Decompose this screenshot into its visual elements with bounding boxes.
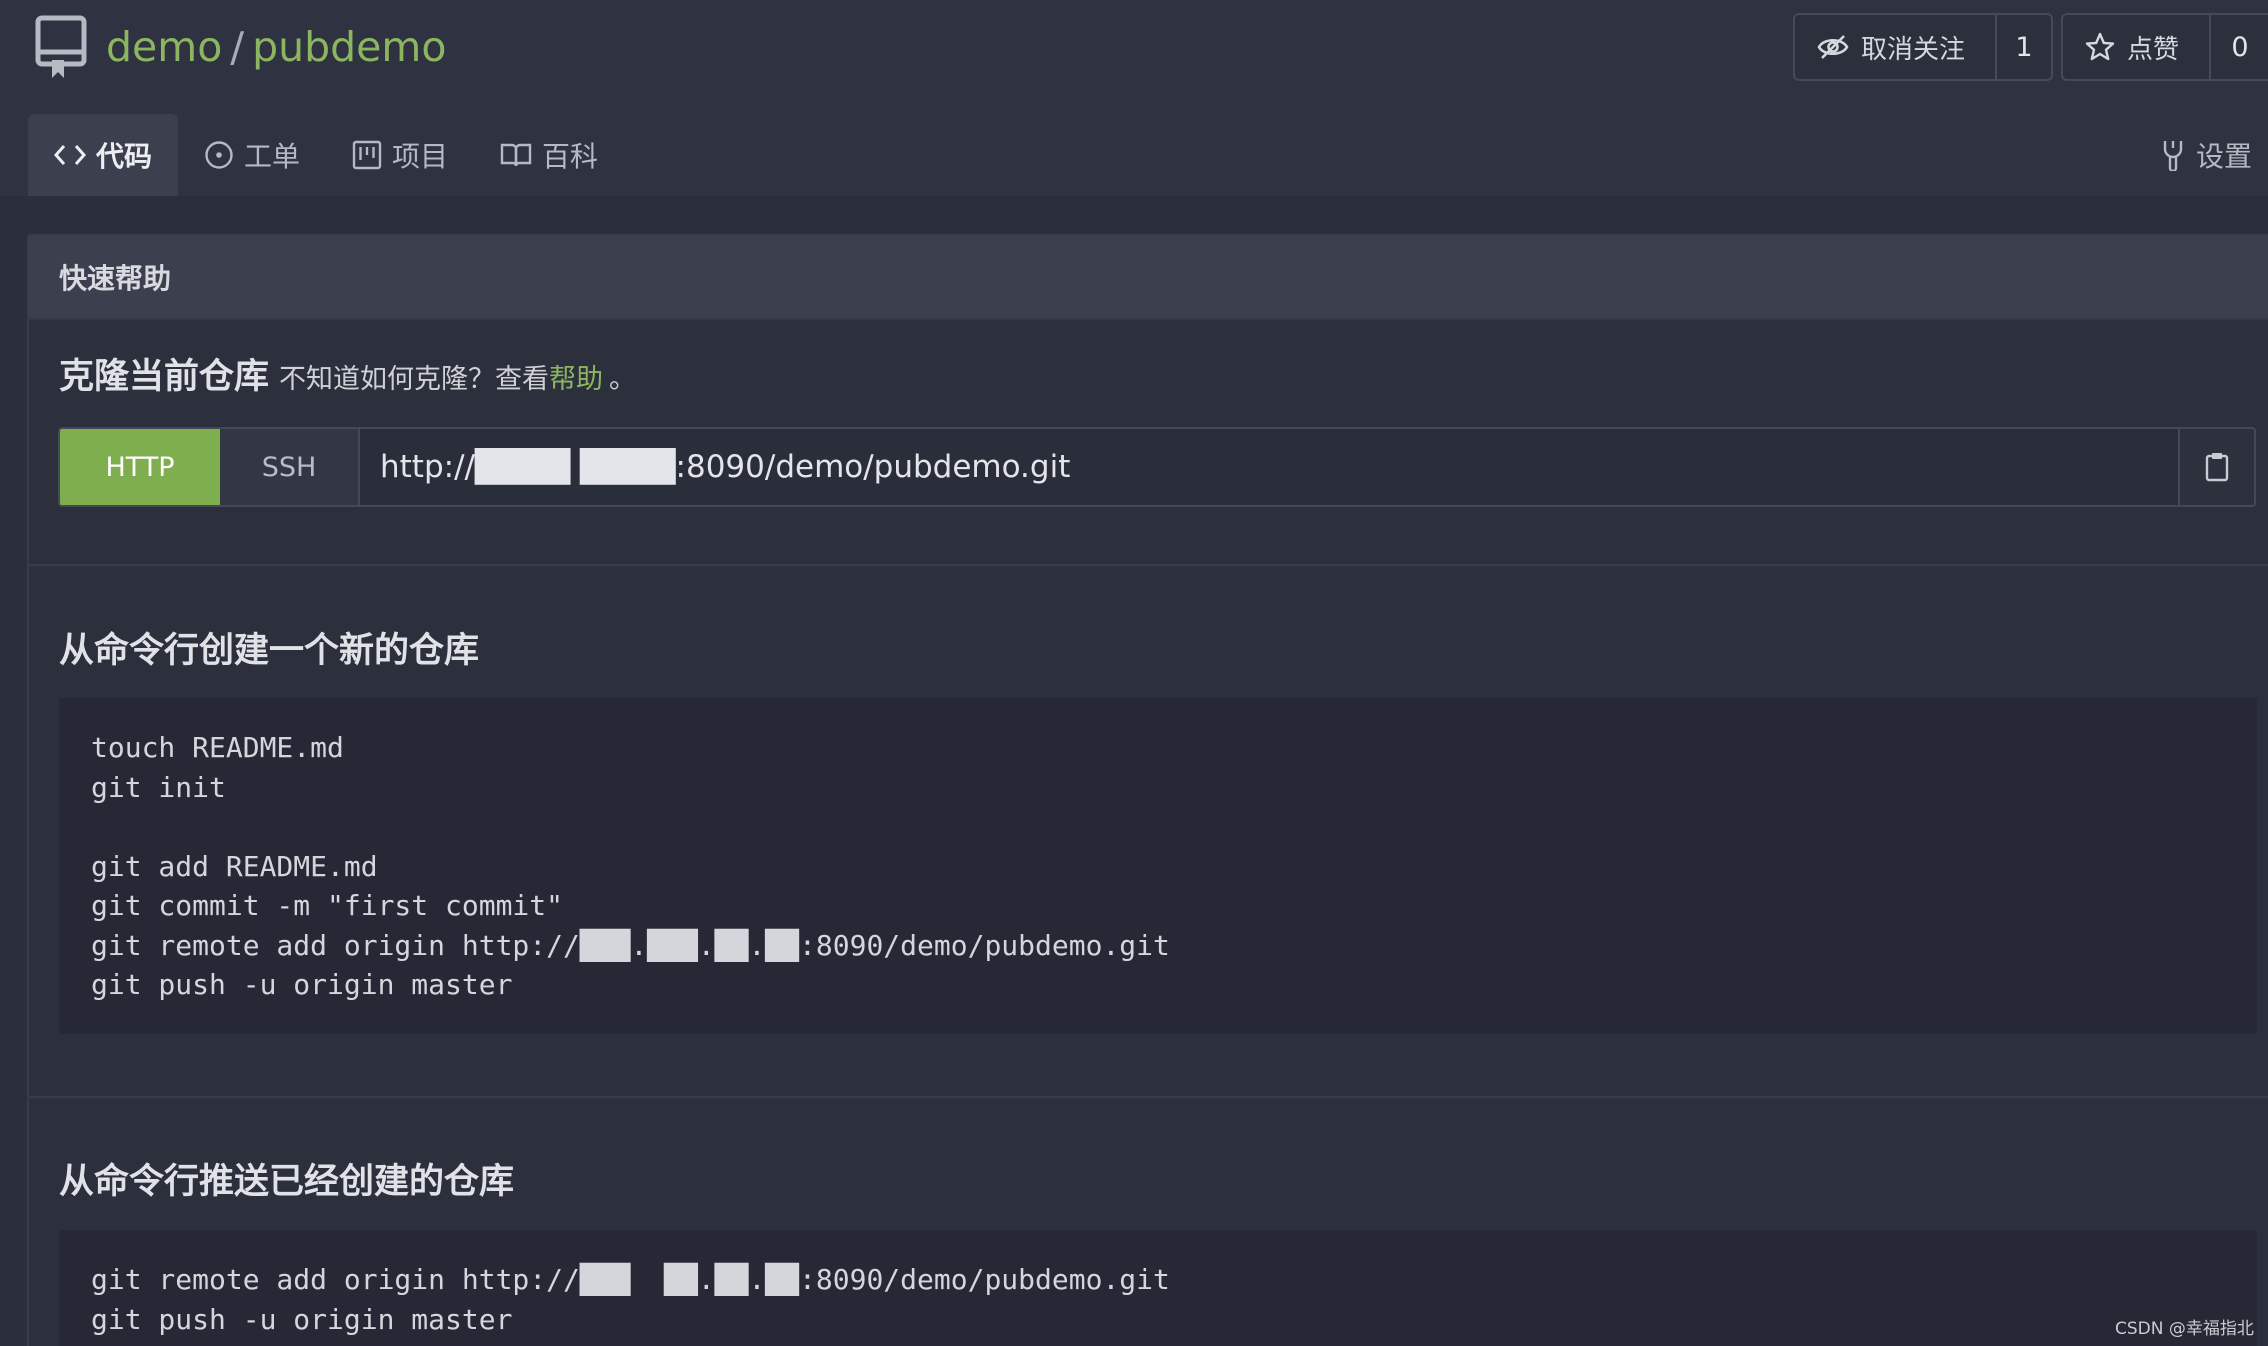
issue-icon: [205, 141, 233, 169]
repo-header: demo / pubdemo 取消关注 1 点赞 0 代码 工单 项目 百科 设…: [0, 0, 2268, 196]
code-line: git commit -m "first commit": [91, 889, 564, 922]
star-label: 点赞: [2127, 34, 2180, 65]
star-button[interactable]: 点赞: [2063, 15, 2209, 79]
watermark: CSDN @幸福指北: [2115, 1319, 2254, 1339]
tab-code-label: 代码: [96, 140, 153, 173]
repo-breadcrumb: demo / pubdemo: [106, 18, 446, 76]
section-divider: [29, 1096, 2268, 1098]
code-line: git push -u origin master: [91, 1302, 513, 1336]
breadcrumb-separator: /: [230, 23, 245, 71]
repo-tabs: 代码 工单 项目 百科: [28, 114, 624, 196]
clone-heading: 克隆当前仓库: [59, 357, 270, 397]
tab-settings-label: 设置: [2196, 140, 2253, 173]
tab-issues[interactable]: 工单: [178, 114, 326, 196]
code-line: touch README.md: [91, 731, 344, 764]
new-repo-title: 从命令行创建一个新的仓库: [59, 631, 480, 671]
quick-help-title: 快速帮助: [29, 236, 2268, 320]
clone-url-box: HTTP SSH http://████ ████:8090/demo/pubd…: [58, 427, 2256, 507]
existing-repo-title: 从命令行推送已经创建的仓库: [59, 1162, 515, 1202]
tab-code[interactable]: 代码: [28, 114, 179, 196]
clone-tail: 。: [609, 364, 637, 395]
wrench-icon: [2163, 141, 2183, 171]
unwatch-label: 取消关注: [1861, 34, 1966, 65]
star-count[interactable]: 0: [2209, 15, 2268, 79]
tab-projects-label: 项目: [392, 140, 449, 173]
star-button-group: 点赞 0: [2061, 13, 2268, 81]
code-line: git push -u origin master: [91, 968, 513, 1001]
repo-owner-link[interactable]: demo: [106, 23, 222, 71]
tab-settings[interactable]: 设置: [2160, 114, 2252, 196]
tab-projects[interactable]: 项目: [326, 114, 474, 196]
help-link[interactable]: 帮助: [549, 357, 603, 396]
code-line: git remote add origin http://███ ██.██.█…: [91, 1263, 1170, 1296]
tab-wiki[interactable]: 百科: [474, 114, 624, 196]
book-icon: [500, 143, 532, 167]
new-repo-code-block: touch README.md git init git add README.…: [59, 698, 2257, 1034]
quick-help-panel: 快速帮助 克隆当前仓库 不知道如何克隆？查看 帮助 。 HTTP SSH htt…: [27, 234, 2268, 1346]
clone-heading-row: 克隆当前仓库 不知道如何克隆？查看 帮助 。: [59, 348, 636, 399]
project-icon: [352, 140, 382, 170]
code-line: git remote add origin http://███.███.██.…: [91, 928, 1170, 962]
page: demo / pubdemo 取消关注 1 点赞 0 代码 工单 项目 百科 设…: [0, 0, 2268, 1346]
eye-slash-icon: [1817, 35, 1849, 59]
star-icon: [2085, 32, 2115, 61]
clipboard-icon: [2205, 453, 2229, 482]
code-icon: [54, 145, 86, 165]
clone-url-field[interactable]: http://████ ████:8090/demo/pubdemo.git: [360, 429, 2178, 505]
tab-wiki-label: 百科: [542, 140, 599, 173]
section-divider: [29, 564, 2268, 566]
existing-repo-code-block: git remote add origin http://███ ██.██.█…: [59, 1230, 2257, 1346]
ssh-button[interactable]: SSH: [220, 429, 360, 505]
unwatch-button[interactable]: 取消关注: [1795, 15, 1995, 79]
http-button[interactable]: HTTP: [60, 429, 220, 505]
code-line: git init: [91, 770, 226, 804]
tab-issues-label: 工单: [244, 140, 301, 173]
copy-url-button[interactable]: [2178, 429, 2254, 505]
code-line: git add README.md: [91, 849, 378, 883]
repo-name-link[interactable]: pubdemo: [252, 23, 446, 71]
watch-button-group: 取消关注 1: [1793, 13, 2053, 81]
clone-question: 不知道如何克隆？查看: [279, 364, 550, 395]
watch-count[interactable]: 1: [1995, 15, 2051, 79]
repo-icon: [35, 15, 87, 78]
